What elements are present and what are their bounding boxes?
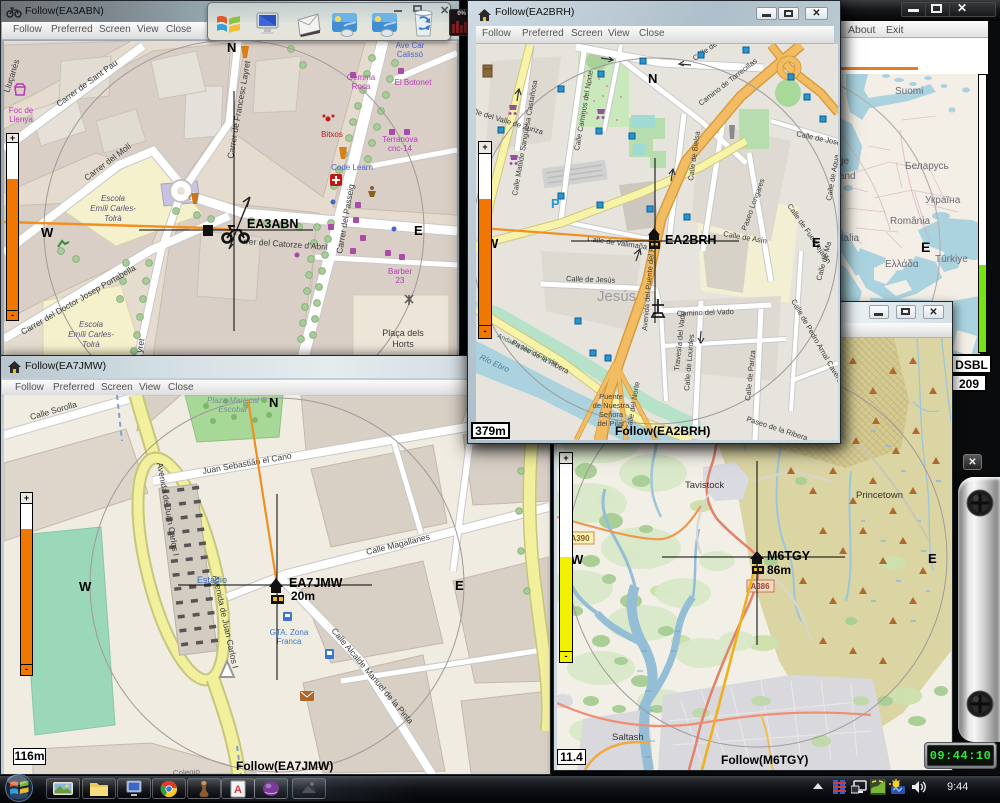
svg-text:A386: A386 [750, 582, 770, 591]
svg-text:Tavistock: Tavistock [685, 480, 724, 491]
svg-text:Calle de Jesús: Calle de Jesús [566, 274, 616, 285]
svg-text:20m: 20m [291, 589, 315, 603]
svg-text:Tolrà: Tolrà [82, 340, 100, 349]
svg-text:N: N [269, 395, 278, 410]
svg-text:GTA. Zona: GTA. Zona [270, 628, 309, 637]
svg-text:Franca: Franca [277, 637, 302, 646]
svg-text:Ave Car: Ave Car [396, 41, 425, 50]
svg-text:Colegio: Colegio [173, 767, 201, 774]
svg-text:N: N [648, 71, 657, 86]
svg-text:Puente: Puente [599, 392, 623, 401]
svg-text:Tolrà: Tolrà [104, 214, 122, 223]
svg-text:E: E [928, 551, 937, 566]
svg-text:El Botonet: El Botonet [395, 78, 433, 87]
svg-text:Calissó: Calissó [397, 50, 424, 59]
svg-text:Suomi: Suomi [895, 86, 923, 97]
svg-text:cnc-14: cnc-14 [388, 144, 413, 153]
svg-text:W: W [41, 225, 54, 240]
svg-text:România: România [890, 216, 930, 227]
svg-text:Escola: Escola [101, 194, 126, 203]
svg-text:Horts: Horts [392, 339, 414, 349]
svg-text:E: E [414, 223, 423, 238]
svg-text:Saltash: Saltash [612, 732, 644, 743]
svg-text:Code Learn: Code Learn [331, 163, 373, 172]
svg-text:Escobar: Escobar [218, 405, 248, 414]
svg-text:E: E [812, 235, 821, 250]
svg-text:Беларусь: Беларусь [905, 161, 949, 172]
svg-text:Señora: Señora [599, 410, 624, 419]
svg-text:Foc de: Foc de [9, 106, 34, 115]
svg-text:N: N [227, 41, 236, 55]
svg-text:de Nuestra: de Nuestra [593, 401, 631, 410]
svg-text:EA7JMW: EA7JMW [289, 576, 343, 590]
svg-text:Estadio: Estadio [197, 575, 227, 585]
svg-text:EA3ABN: EA3ABN [247, 217, 298, 231]
svg-text:Terranova: Terranova [382, 135, 418, 144]
svg-text:Bitxos: Bitxos [321, 130, 343, 139]
svg-text:Emíli Carles-: Emíli Carles- [68, 330, 114, 339]
svg-text:Türkiye: Türkiye [935, 254, 968, 265]
svg-text:Plaça dels: Plaça dels [382, 328, 424, 338]
svg-text:M6TGY: M6TGY [767, 549, 811, 563]
svg-text:Barber: Barber [388, 267, 412, 276]
svg-text:A: A [234, 784, 242, 796]
svg-text:Escola: Escola [79, 320, 104, 329]
svg-text:Roca: Roca [352, 82, 371, 91]
svg-text:86m: 86m [767, 563, 791, 577]
svg-text:23: 23 [396, 276, 405, 285]
svg-text:Emíli Carles-: Emíli Carles- [90, 204, 136, 213]
svg-text:W: W [79, 579, 92, 594]
svg-text:Plaza Mariscal: Plaza Mariscal [207, 396, 259, 405]
svg-text:Україна: Україна [925, 195, 961, 206]
svg-text:Ελλάδα: Ελλάδα [885, 258, 919, 270]
svg-text:Llenya: Llenya [9, 115, 33, 124]
svg-text:Princetown: Princetown [856, 490, 903, 501]
svg-text:A390: A390 [570, 534, 590, 543]
svg-text:Italia: Italia [838, 233, 860, 244]
svg-text:EA2BRH: EA2BRH [665, 233, 716, 247]
svg-text:Jesús: Jesús [597, 288, 636, 305]
svg-text:E: E [455, 578, 464, 593]
svg-text:E: E [921, 239, 930, 255]
